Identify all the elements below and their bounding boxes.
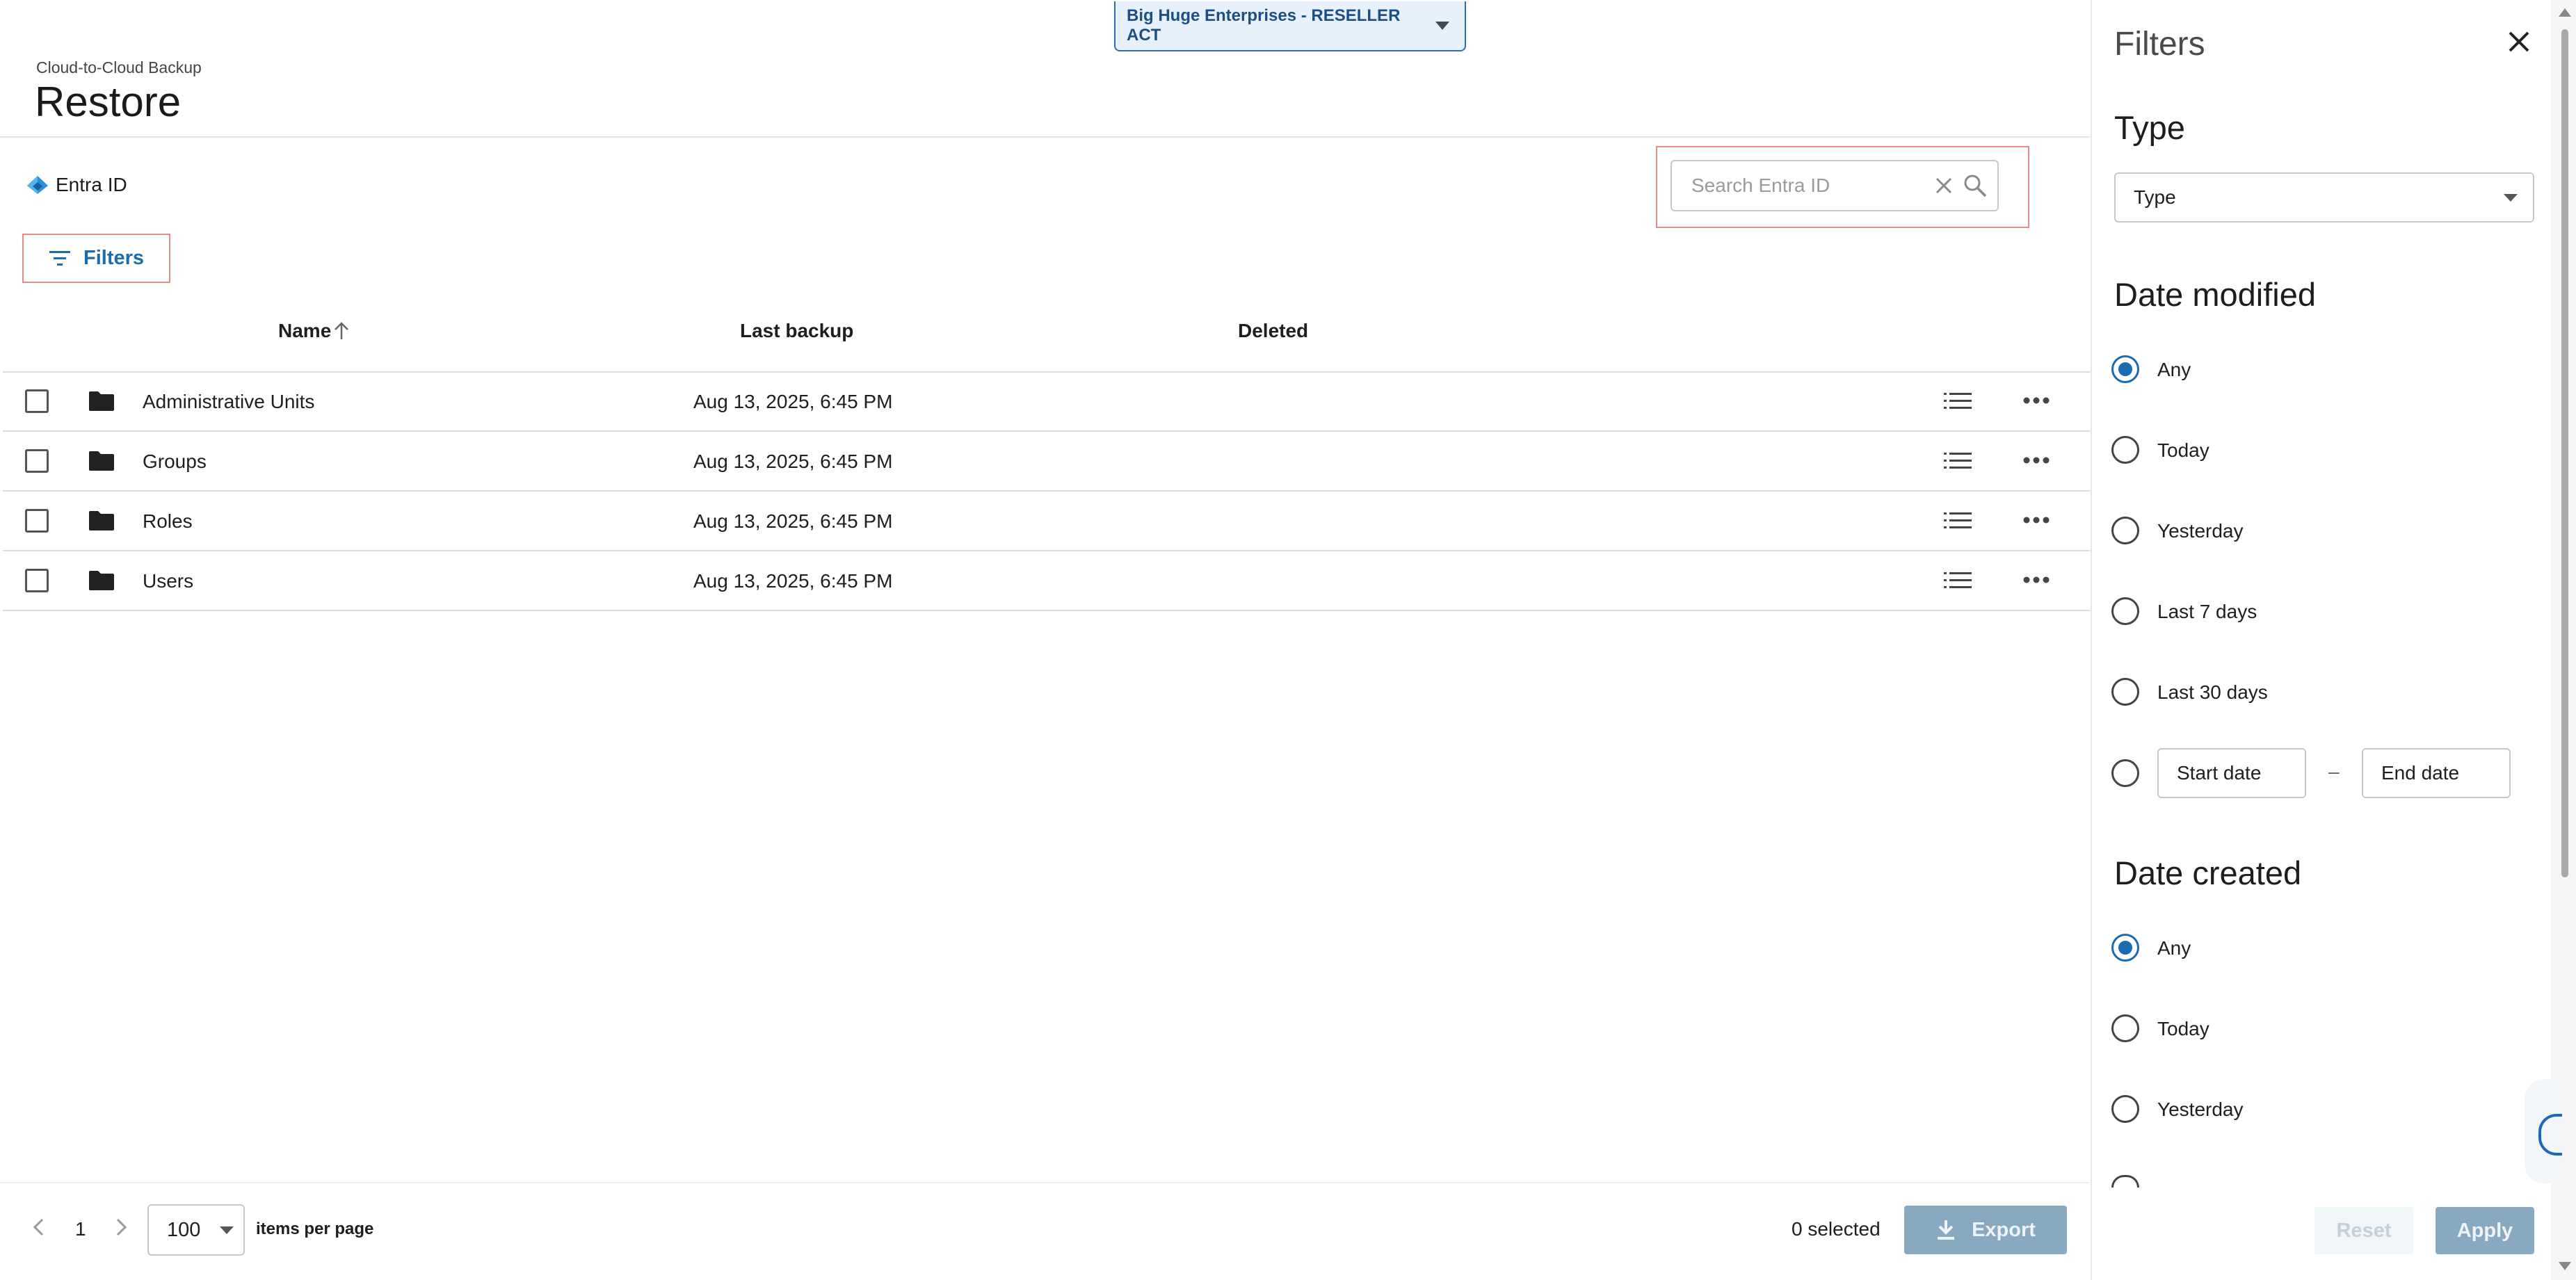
row-last-backup: Aug 13, 2025, 6:45 PM [693, 451, 893, 472]
search-icon[interactable] [1963, 173, 1988, 198]
items-per-page-label: items per page [256, 1220, 374, 1238]
date-created-radio-yesterday[interactable] [2111, 1095, 2139, 1123]
date-created-radio-today[interactable] [2111, 1014, 2139, 1042]
scroll-up-arrow-icon[interactable] [2559, 8, 2571, 17]
selected-count: 0 selected [1792, 1218, 1881, 1240]
folder-icon [89, 451, 114, 471]
more-options-icon[interactable] [2022, 455, 2050, 466]
folder-icon [89, 391, 114, 411]
apply-button[interactable]: Apply [2436, 1207, 2534, 1254]
date-modified-label-last-30-days: Last 30 days [2157, 681, 2268, 703]
date-modified-radio-last-30-days[interactable] [2111, 678, 2139, 706]
scroll-down-arrow-icon[interactable] [2559, 1262, 2571, 1270]
footer-divider [0, 1182, 2090, 1183]
list-icon[interactable] [1944, 510, 1972, 531]
list-icon[interactable] [1944, 391, 1972, 412]
filter-icon [49, 250, 70, 266]
help-widget[interactable] [2525, 1079, 2563, 1183]
page-number: 1 [75, 1218, 86, 1240]
reset-button[interactable]: Reset [2315, 1207, 2413, 1254]
source-label-text: Entra ID [56, 174, 127, 195]
date-modified-radio-any[interactable] [2111, 355, 2139, 383]
column-header-name[interactable]: Name [278, 320, 351, 342]
type-select[interactable]: Type [2114, 172, 2534, 222]
scrollbar-thumb[interactable] [2561, 29, 2568, 877]
source-label: Entra ID [26, 174, 127, 196]
date-modified-radio-yesterday[interactable] [2111, 517, 2139, 544]
more-options-icon[interactable] [2022, 574, 2050, 585]
date-created-label-yesterday: Yesterday [2157, 1099, 2244, 1120]
date-modified-label-today: Today [2157, 439, 2209, 461]
row-checkbox[interactable] [25, 569, 49, 592]
filters-button-label: Filters [83, 247, 145, 269]
list-icon[interactable] [1944, 570, 1972, 591]
list-icon[interactable] [1944, 451, 1972, 471]
breadcrumb: Cloud-to-Cloud Backup [36, 58, 202, 76]
column-header-deleted[interactable]: Deleted [1238, 320, 1308, 342]
table-row-divider [3, 490, 2090, 492]
folder-icon [89, 511, 114, 530]
row-name[interactable]: Administrative Units [143, 391, 314, 413]
export-button-label: Export [1972, 1218, 2036, 1241]
chevron-down-icon [1435, 22, 1449, 30]
date-range-separator: – [2328, 761, 2340, 782]
entra-id-icon [27, 176, 48, 194]
chevron-down-icon [2504, 193, 2518, 202]
date-created-label-today: Today [2157, 1018, 2209, 1039]
start-date-field[interactable]: Start date [2157, 748, 2306, 798]
row-checkbox[interactable] [25, 389, 49, 413]
column-header-last-backup[interactable]: Last backup [740, 320, 853, 342]
date-created-radio-any[interactable] [2111, 934, 2139, 962]
sort-ascending-icon [335, 322, 349, 339]
clear-icon[interactable] [1933, 175, 1954, 196]
header-divider [0, 136, 2090, 138]
row-last-backup: Aug 13, 2025, 6:45 PM [693, 570, 893, 592]
date-created-heading: Date created [2114, 854, 2302, 891]
items-per-page-value: 100 [167, 1218, 201, 1241]
date-created-label-any: Any [2157, 937, 2191, 959]
date-modified-radio-custom-range[interactable] [2111, 759, 2139, 787]
tenant-selector-label: Big Huge Enterprises - RESELLER ACT [1127, 6, 1401, 44]
filter-panel-title: Filters [2114, 26, 2205, 63]
search-input[interactable] [1690, 174, 1925, 197]
type-heading: Type [2114, 109, 2185, 146]
type-select-value: Type [2134, 186, 2176, 208]
more-options-icon[interactable] [2022, 515, 2050, 526]
end-date-field[interactable]: End date [2362, 748, 2511, 798]
tenant-selector[interactable]: Big Huge Enterprises - RESELLER ACT [1114, 1, 1466, 51]
table-row-divider [3, 430, 2090, 432]
row-checkbox[interactable] [25, 509, 49, 533]
table-row-divider [3, 550, 2090, 551]
date-modified-label-yesterday: Yesterday [2157, 520, 2244, 542]
chevron-left-icon[interactable] [31, 1217, 47, 1238]
more-options-icon[interactable] [2022, 395, 2050, 406]
chevron-right-icon[interactable] [113, 1217, 129, 1238]
table-divider [3, 371, 2090, 373]
close-icon[interactable] [2506, 29, 2531, 54]
column-header-name-label: Name [278, 320, 332, 341]
download-icon [1938, 1220, 1955, 1240]
export-button[interactable]: Export [1904, 1206, 2067, 1254]
folder-icon [89, 571, 114, 590]
items-per-page-select[interactable]: 100 [147, 1204, 245, 1256]
page-title: Restore [35, 79, 182, 125]
filters-button[interactable]: Filters [22, 234, 170, 283]
search-box [1671, 160, 1999, 211]
date-modified-radio-last-7-days[interactable] [2111, 597, 2139, 625]
row-name[interactable]: Users [143, 570, 193, 592]
date-modified-heading: Date modified [2114, 276, 2316, 313]
row-last-backup: Aug 13, 2025, 6:45 PM [693, 510, 893, 532]
date-modified-label-last-7-days: Last 7 days [2157, 601, 2257, 622]
row-name[interactable]: Roles [143, 510, 193, 533]
chevron-down-icon [220, 1226, 234, 1234]
row-last-backup: Aug 13, 2025, 6:45 PM [693, 391, 893, 412]
table-row-divider [3, 610, 2090, 611]
date-modified-radio-today[interactable] [2111, 436, 2139, 464]
row-name[interactable]: Groups [143, 451, 207, 473]
date-modified-label-any: Any [2157, 359, 2191, 380]
row-checkbox[interactable] [25, 449, 49, 473]
